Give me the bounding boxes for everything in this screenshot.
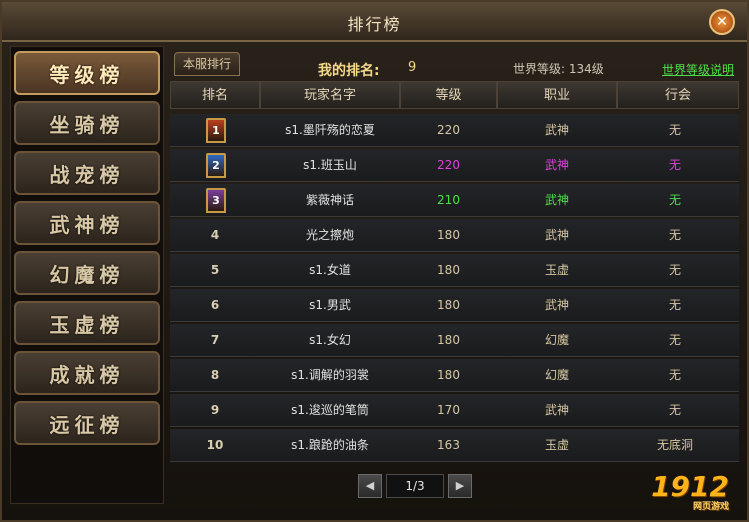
guild-cell: 无 <box>668 403 681 417</box>
guild-cell: 无 <box>668 123 681 137</box>
table-row[interactable]: 10 s1.踉跄的油条 163 玉虚 无底洞 <box>170 429 739 462</box>
level-cell: 220 <box>437 158 460 172</box>
guild-cell: 无 <box>668 158 681 172</box>
player-name-cell: s1.踉跄的油条 <box>291 438 369 452</box>
rank-cell: 5 <box>210 263 220 277</box>
sidebar-item-achievement-rank[interactable]: 成就榜 <box>14 351 160 395</box>
sidebar-item-expedition-rank[interactable]: 远征榜 <box>14 401 160 445</box>
rank-cell: 4 <box>210 228 220 242</box>
header-guild: 行会 <box>617 81 739 109</box>
rank-cell: 3 <box>170 184 260 217</box>
sidebar-item-pet-rank[interactable]: 战宠榜 <box>14 151 160 195</box>
player-name-cell: s1.女道 <box>309 263 351 277</box>
sidebar-item-yuxu-rank[interactable]: 玉虚榜 <box>14 301 160 345</box>
header-player-name: 玩家名字 <box>260 81 400 109</box>
ranking-panel: 本服排行 我的排名: 9 世界等级: 134级 世界等级说明 排名 玩家名字 等… <box>168 46 741 506</box>
rank-cell: 8 <box>210 368 220 382</box>
job-cell: 武神 <box>544 193 569 207</box>
player-name-cell: s1.班玉山 <box>303 158 357 172</box>
world-level-info-link[interactable]: 世界等级说明 <box>662 61 734 78</box>
job-cell: 幻魔 <box>544 333 569 347</box>
table-row[interactable]: 7 s1.女幻 180 幻魔 无 <box>170 324 739 357</box>
site-logo: 1912 网页游戏 <box>651 470 729 512</box>
table-row[interactable]: 9 s1.逡巡的笔筒 170 武神 无 <box>170 394 739 427</box>
guild-cell: 无 <box>668 298 681 312</box>
world-level-text: 世界等级: 134级 <box>513 62 604 76</box>
guild-cell: 无 <box>668 228 681 242</box>
job-cell: 武神 <box>544 123 569 137</box>
pagination: ◀ 1/3 ▶ <box>358 474 478 498</box>
job-cell: 玉虚 <box>544 263 569 277</box>
table-row[interactable]: 1 s1.墨阡殇的恋夏 220 武神 无 <box>170 114 739 147</box>
player-name-cell: 光之擦炮 <box>305 228 354 242</box>
level-cell: 180 <box>437 333 460 347</box>
job-cell: 武神 <box>544 228 569 242</box>
my-rank-label: 我的排名: <box>318 63 380 79</box>
table-row[interactable]: 8 s1.调解的羽裳 180 幻魔 无 <box>170 359 739 392</box>
tab-server-ranking[interactable]: 本服排行 <box>174 52 240 76</box>
table-row[interactable]: 3 紫薇神话 210 武神 无 <box>170 184 739 217</box>
ranking-window: 排行榜 ✕ 等级榜 坐骑榜 战宠榜 武神榜 幻魔榜 玉虚榜 成就榜 远征榜 本服… <box>0 0 749 522</box>
sidebar-item-level-rank[interactable]: 等级榜 <box>14 51 160 95</box>
level-cell: 180 <box>437 298 460 312</box>
next-page-button[interactable]: ▶ <box>448 474 472 498</box>
rank-cell: 7 <box>210 333 220 347</box>
rank-cell: 6 <box>210 298 220 312</box>
level-cell: 180 <box>437 228 460 242</box>
sidebar: 等级榜 坐骑榜 战宠榜 武神榜 幻魔榜 玉虚榜 成就榜 远征榜 <box>10 46 164 504</box>
rank-cell: 10 <box>206 438 224 452</box>
rank-medal-icon: 3 <box>206 188 226 213</box>
level-cell: 210 <box>437 193 460 207</box>
player-name-cell: s1.墨阡殇的恋夏 <box>285 123 375 137</box>
guild-cell: 无 <box>668 333 681 347</box>
guild-cell: 无 <box>668 193 681 207</box>
header-job: 职业 <box>497 81 617 109</box>
job-cell: 玉虚 <box>544 438 569 452</box>
guild-cell: 无底洞 <box>656 438 693 452</box>
rank-cell: 1 <box>170 114 260 147</box>
my-rank-value: 9 <box>408 60 417 75</box>
level-cell: 163 <box>437 438 460 452</box>
rank-medal-icon: 1 <box>206 118 226 143</box>
table-header: 排名 玩家名字 等级 职业 行会 <box>170 81 739 111</box>
player-name-cell: 紫薇神话 <box>305 193 354 207</box>
table-row[interactable]: 6 s1.男武 180 武神 无 <box>170 289 739 322</box>
job-cell: 武神 <box>544 158 569 172</box>
guild-cell: 无 <box>668 368 681 382</box>
player-name-cell: s1.女幻 <box>309 333 351 347</box>
level-cell: 180 <box>437 368 460 382</box>
job-cell: 武神 <box>544 403 569 417</box>
table-row[interactable]: 2 s1.班玉山 220 武神 无 <box>170 149 739 182</box>
level-cell: 170 <box>437 403 460 417</box>
player-name-cell: s1.男武 <box>309 298 351 312</box>
rank-cell: 2 <box>170 149 260 182</box>
header-level: 等级 <box>400 81 497 109</box>
level-cell: 220 <box>437 123 460 137</box>
player-name-cell: s1.调解的羽裳 <box>291 368 369 382</box>
header-rank: 排名 <box>170 81 260 109</box>
job-cell: 武神 <box>544 298 569 312</box>
window-title: 排行榜 <box>347 15 402 34</box>
rank-cell: 9 <box>210 403 220 417</box>
player-name-cell: s1.逡巡的笔筒 <box>291 403 369 417</box>
guild-cell: 无 <box>668 263 681 277</box>
table-row[interactable]: 4 光之擦炮 180 武神 无 <box>170 219 739 252</box>
prev-page-button[interactable]: ◀ <box>358 474 382 498</box>
rank-medal-icon: 2 <box>206 153 226 178</box>
level-cell: 180 <box>437 263 460 277</box>
title-bar: 排行榜 ✕ <box>2 2 747 42</box>
page-indicator: 1/3 <box>386 474 444 498</box>
sidebar-item-wushen-rank[interactable]: 武神榜 <box>14 201 160 245</box>
sidebar-item-huanmo-rank[interactable]: 幻魔榜 <box>14 251 160 295</box>
table-row[interactable]: 5 s1.女道 180 玉虚 无 <box>170 254 739 287</box>
job-cell: 幻魔 <box>544 368 569 382</box>
sidebar-item-mount-rank[interactable]: 坐骑榜 <box>14 101 160 145</box>
close-button[interactable]: ✕ <box>709 9 735 35</box>
